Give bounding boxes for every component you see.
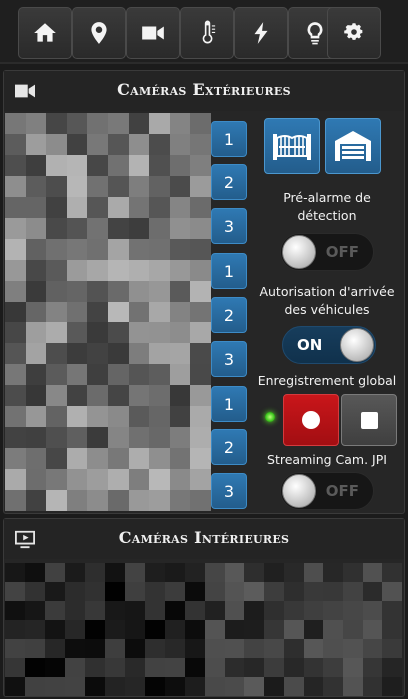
toggle-knob <box>282 235 316 269</box>
interior-camera-feed[interactable] <box>5 563 205 696</box>
camera-2-button[interactable]: 2 <box>211 297 247 333</box>
panel-header: Caméras Intérieures <box>4 519 404 559</box>
stop-icon <box>360 411 378 429</box>
panel-title: Caméras Extérieures <box>117 80 291 99</box>
settings-button[interactable] <box>327 7 381 59</box>
temperature-button[interactable] <box>180 7 234 59</box>
streaming-label: Streaming Cam. JPI <box>267 452 387 467</box>
streaming-toggle[interactable]: OFF <box>280 472 374 510</box>
camera-3-button[interactable]: 3 <box>211 341 247 377</box>
home-button[interactable] <box>18 7 72 59</box>
panel-title: Caméras Intérieures <box>118 528 290 547</box>
recording-label: Enregistrement global <box>257 373 397 388</box>
pre-alarm-toggle[interactable]: OFF <box>280 233 374 271</box>
energy-button[interactable] <box>234 7 288 59</box>
lightbulb-icon <box>307 22 323 45</box>
toggle-knob <box>340 328 374 362</box>
video-camera-icon <box>142 26 164 40</box>
stop-button[interactable] <box>341 394 397 446</box>
toggle-state: OFF <box>325 243 359 261</box>
garage-button[interactable] <box>325 118 381 174</box>
camera-3-button[interactable]: 3 <box>211 473 247 509</box>
gears-icon <box>344 23 363 40</box>
record-button[interactable] <box>283 394 339 446</box>
camera-3-button[interactable]: 3 <box>211 208 247 244</box>
recording-status-led <box>265 412 275 422</box>
toggle-state: ON <box>297 336 323 354</box>
vehicle-auth-toggle[interactable]: ON <box>282 326 376 364</box>
record-icon <box>302 411 320 429</box>
cameras-button[interactable] <box>126 7 180 59</box>
camera-1-button[interactable]: 1 <box>211 121 247 157</box>
camera-2-button[interactable]: 2 <box>211 164 247 200</box>
camera-1-button[interactable]: 1 <box>211 386 247 422</box>
interior-camera-feed[interactable] <box>205 563 402 696</box>
exterior-camera-feed[interactable] <box>5 113 211 511</box>
top-navigation <box>0 0 408 64</box>
toggle-state: OFF <box>325 482 359 500</box>
thermometer-icon <box>202 20 216 44</box>
camera-2-button[interactable]: 2 <box>211 429 247 465</box>
sliding-gate-icon <box>273 134 311 160</box>
garage-door-icon <box>335 131 371 161</box>
camera-1-button[interactable]: 1 <box>211 253 247 289</box>
vehicle-auth-label: Autorisation d'arrivée des véhicules <box>259 284 395 317</box>
panel-header: Caméras Extérieures <box>4 71 404 111</box>
location-pin-icon <box>91 22 107 44</box>
home-icon <box>34 23 56 42</box>
pre-alarm-label: Pré-alarme de détection <box>283 190 371 223</box>
toggle-knob <box>282 474 316 508</box>
gate-button[interactable] <box>264 118 320 174</box>
location-button[interactable] <box>72 7 126 59</box>
lightning-bolt-icon <box>254 22 268 44</box>
